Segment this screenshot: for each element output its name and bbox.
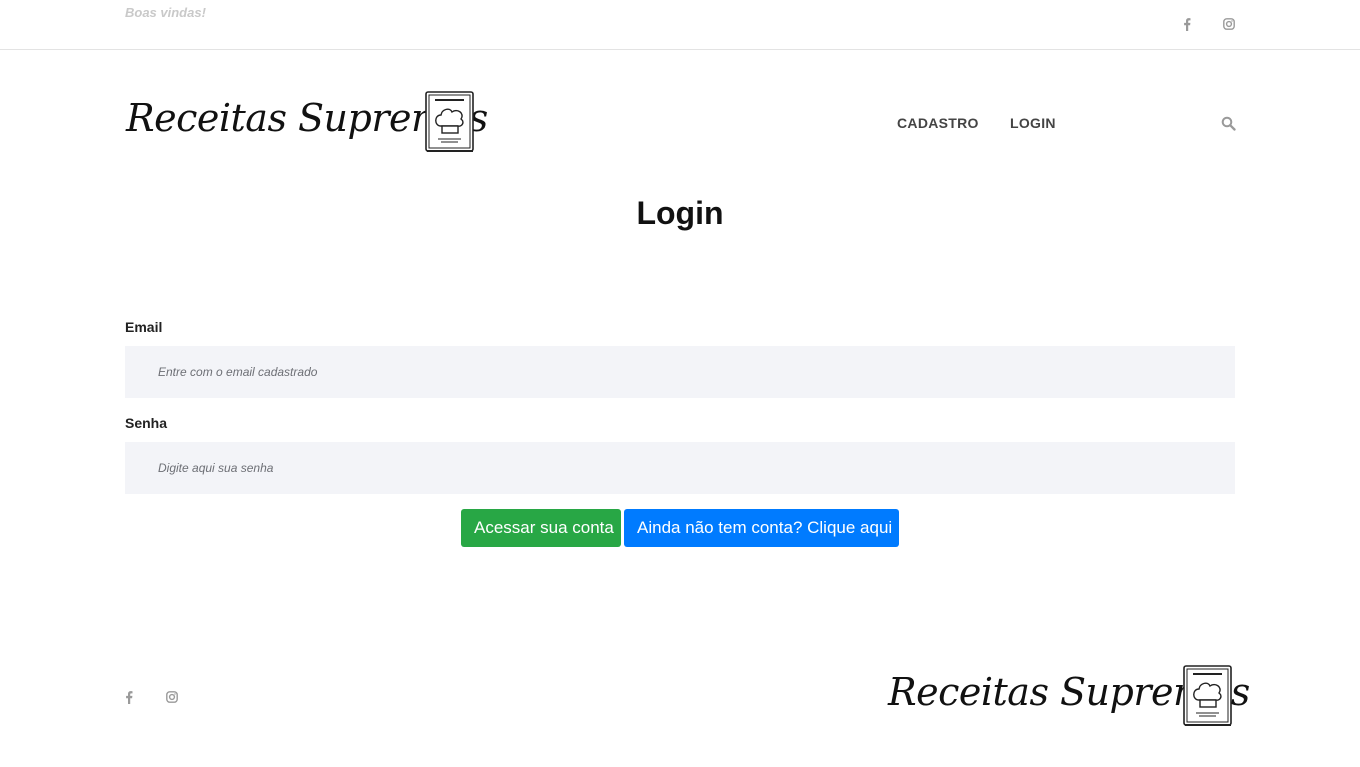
site-logo[interactable]: Receitas Supremas [126, 90, 488, 156]
facebook-icon [126, 690, 133, 704]
instagram-icon [166, 691, 178, 703]
footer-instagram-link[interactable] [164, 689, 180, 705]
search-icon[interactable] [1221, 116, 1236, 131]
welcome-text: Boas vindas! [125, 5, 206, 20]
instagram-icon [1223, 18, 1235, 30]
email-field[interactable] [125, 346, 1235, 398]
facebook-link[interactable] [1179, 16, 1195, 32]
email-label: Email [125, 319, 163, 335]
footer-facebook-link[interactable] [121, 689, 137, 705]
nav-login[interactable]: LOGIN [1010, 115, 1056, 131]
top-bar: Boas vindas! [0, 0, 1360, 50]
login-button[interactable]: Acessar sua conta [461, 509, 621, 547]
signup-button[interactable]: Ainda não tem conta? Clique aqui [624, 509, 899, 547]
footer-logo[interactable]: Receitas Supremas [888, 664, 1250, 730]
password-field[interactable] [125, 442, 1235, 494]
cookbook-icon [425, 91, 474, 152]
password-label: Senha [125, 415, 168, 431]
facebook-icon [1184, 17, 1191, 31]
page-title: Login [636, 195, 724, 231]
cookbook-icon [1183, 665, 1232, 726]
instagram-link[interactable] [1221, 16, 1237, 32]
nav-cadastro[interactable]: CADASTRO [897, 115, 979, 131]
